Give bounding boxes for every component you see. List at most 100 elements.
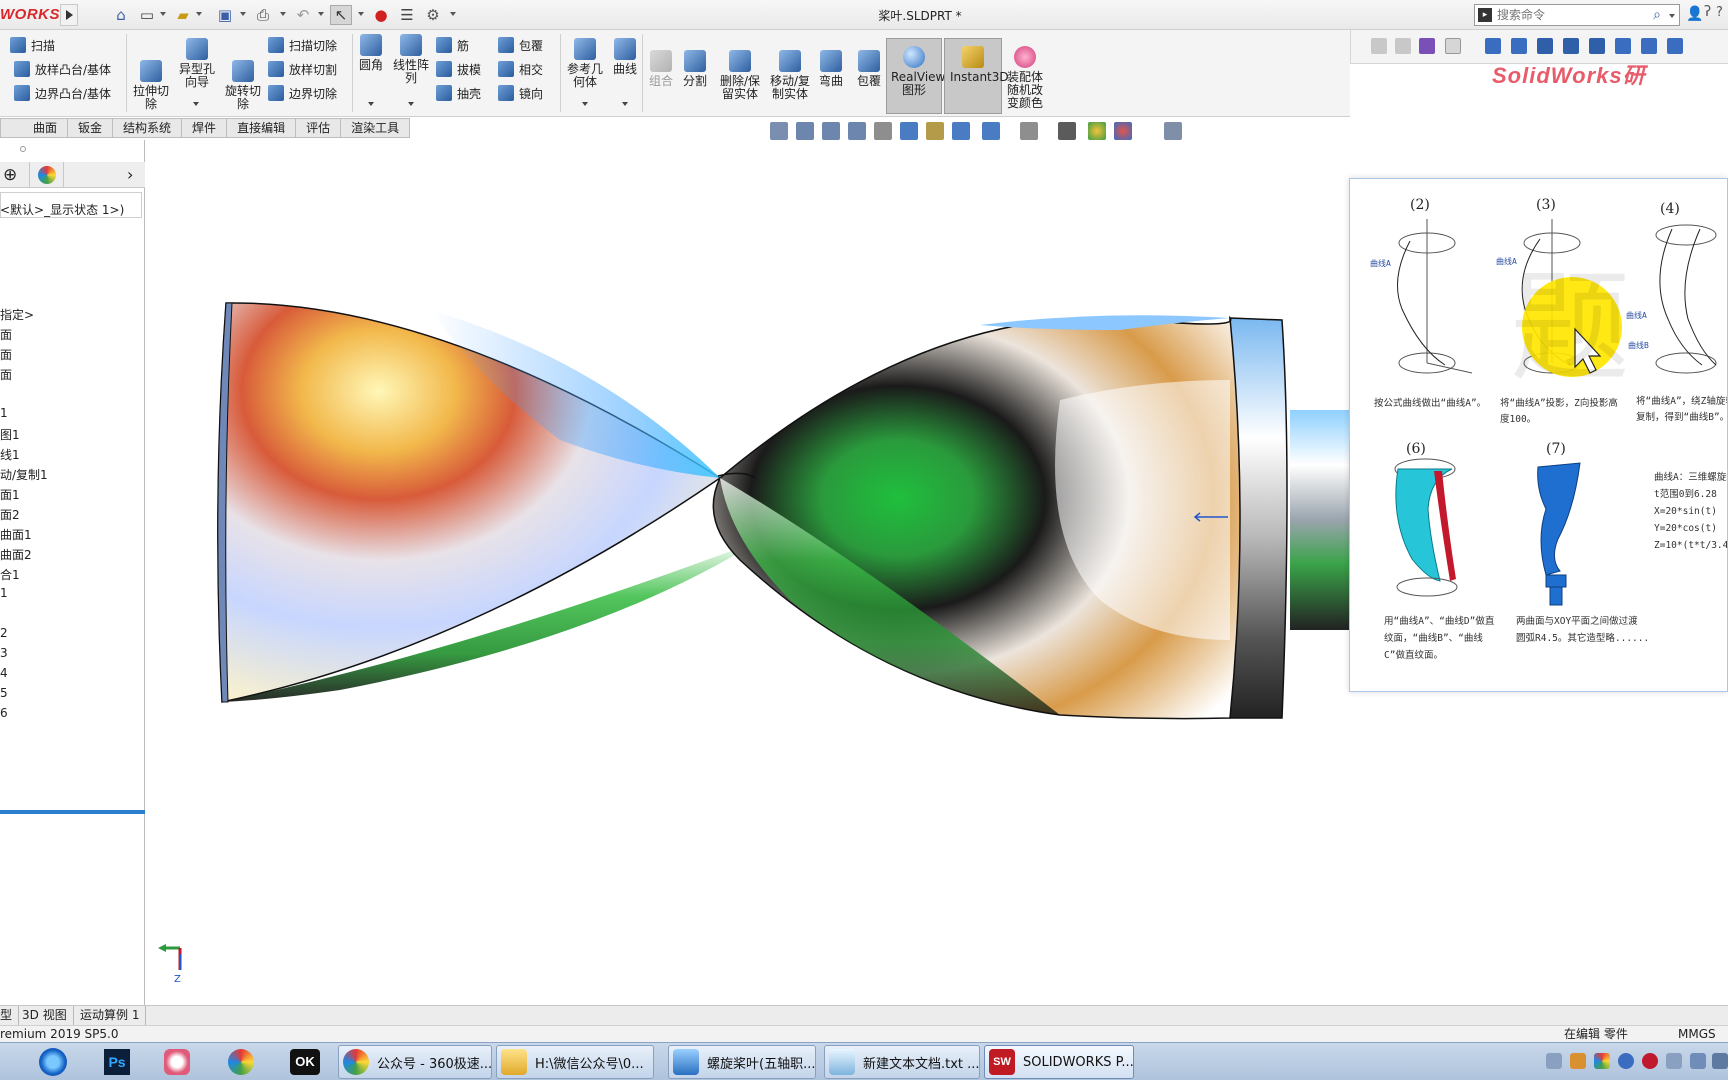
tab-motion-study-1[interactable]: 运动算例 1 [74,1006,147,1025]
filter-icon[interactable] [1371,38,1387,54]
solidworks-menu-arrow-button[interactable] [60,4,78,26]
tab-direct-editing[interactable]: 直接编辑 [227,118,297,138]
section-view-icon[interactable] [874,122,892,140]
view-orientation-cube-icon[interactable] [952,122,970,140]
select-pointer-icon[interactable] [1445,38,1461,54]
tree-item[interactable]: 5 [0,686,8,700]
windows-tray-icon[interactable] [1594,1053,1610,1069]
help-icon[interactable]: ʔ [1704,4,1711,20]
filter-points-icon[interactable] [1485,38,1501,54]
k-app-tray-icon[interactable] [1618,1053,1634,1069]
rib-button[interactable]: 筋 [436,34,469,56]
photoshop-icon[interactable]: Ps [98,1046,136,1078]
flag-tray-icon[interactable] [1570,1053,1586,1069]
delete-keep-body-button[interactable]: 删除/保 留实体 [714,50,766,101]
chat-tray-icon[interactable] [1712,1053,1728,1069]
volume-tray-icon[interactable] [1690,1053,1706,1069]
pinwheel-app-icon[interactable] [222,1046,260,1078]
record-tray-icon[interactable] [1642,1053,1658,1069]
tab-3d-views[interactable]: 3D 视图 [16,1006,74,1025]
tree-item[interactable]: 线1 [0,446,20,463]
hole-wizard-button[interactable]: 异型孔 向导 [174,38,220,89]
zoom-to-area-icon[interactable] [822,122,840,140]
save-dropdown-icon[interactable] [240,12,246,16]
options-gear-icon[interactable]: ⚙ [422,5,444,25]
ev-recorder-icon[interactable]: OK [286,1046,324,1078]
tree-item[interactable]: 面 [0,326,12,343]
tree-item[interactable]: 面2 [0,506,20,523]
filter-sketch-icon[interactable] [1615,38,1631,54]
wrap-button[interactable]: 包覆 [498,34,543,56]
user-account-icon[interactable]: 👤 [1686,6,1703,22]
apply-scene-icon[interactable] [1088,122,1106,140]
swept-cut-button[interactable]: 扫描切除 [268,34,337,56]
print-dropdown-icon[interactable] [280,12,286,16]
taskbar-button-solidworks[interactable]: SW SOLIDWORKS P... [984,1045,1134,1079]
tree-item[interactable]: 6 [0,706,8,720]
boundary-cut-button[interactable]: 边界切除 [268,82,337,104]
screen-recorder-icon[interactable] [158,1046,196,1078]
extrude-cut-button[interactable]: 拉伸切除 [128,60,174,111]
hide-show-items-icon[interactable] [1020,122,1038,140]
zoom-to-fit-icon[interactable] [796,122,814,140]
fillet-dropdown-icon[interactable] [368,102,374,106]
view-selector-icon[interactable] [926,122,944,140]
lofted-cut-button[interactable]: 放样切割 [268,58,337,80]
tree-item[interactable]: 1 [0,406,8,420]
home-icon[interactable]: ⌂ [110,5,132,25]
tabs-expand-chevron-icon[interactable]: › [115,162,145,188]
filter-faces-icon[interactable] [1563,38,1579,54]
status-unit-system[interactable]: MMGS [1678,1026,1716,1042]
tab-structure-system[interactable]: 结构系统 [113,118,183,138]
model-shaft[interactable] [1290,410,1350,630]
undo-icon[interactable]: ↶ [292,5,314,25]
open-dropdown-icon[interactable] [196,12,202,16]
display-monitor-icon[interactable] [1164,122,1182,140]
tree-item[interactable]: 1 [0,586,8,600]
curves-dropdown-icon[interactable] [622,102,628,106]
print-icon[interactable]: ⎙ [252,5,274,25]
tree-item[interactable]: 动/复制1 [0,466,48,483]
open-folder-icon[interactable]: ▰ [172,5,194,25]
taskbar-button-explorer[interactable]: H:\微信公众号\0... [496,1045,654,1079]
tree-item[interactable]: 面 [0,346,12,363]
taskbar-button-notepad[interactable]: 新建文本文档.txt ... [824,1045,980,1079]
linear-pattern-dropdown-icon[interactable] [408,102,414,106]
select-cursor-icon[interactable]: ↖ [330,5,352,25]
boundary-boss-button[interactable]: 边界凸台/基体 [14,82,111,104]
tree-item[interactable]: 4 [0,666,8,680]
tree-item[interactable]: 面 [0,366,12,383]
reference-image-panel[interactable]: 题 (2) (3) (4) (6) (7) 曲线A 曲线A 曲线A 曲线B 按公… [1349,178,1728,692]
intersect-button[interactable]: 相交 [498,58,543,80]
network-tray-icon[interactable] [1666,1053,1682,1069]
rollback-bar[interactable] [0,810,145,814]
save-icon[interactable]: ▣ [214,5,236,25]
display-style-icon[interactable] [982,122,1000,140]
hole-wizard-dropdown-icon[interactable] [193,102,199,106]
new-dropdown-icon[interactable] [160,12,166,16]
taskbar-button-image-viewer[interactable]: 螺旋桨叶(五轴职... [668,1045,816,1079]
tree-item[interactable]: 面1 [0,486,20,503]
reference-geometry-dropdown-icon[interactable] [582,102,588,106]
help-dropdown-icon[interactable]: ? [1716,5,1723,20]
graphics-area[interactable]: 题 (2) (3) (4) (6) (7) 曲线A 曲线A 曲线A 曲线B 按公… [146,140,1728,1006]
options-dropdown-icon[interactable] [450,12,456,16]
tab-render-tools[interactable]: 渲染工具 [341,118,411,138]
filter-dimensions-icon[interactable] [1641,38,1657,54]
filter-solids-icon[interactable] [1589,38,1605,54]
revolve-cut-button[interactable]: 旋转切除 [220,60,266,111]
mirror-button[interactable]: 镜向 [498,82,543,104]
realview-graphics-button[interactable]: RealView 图形 [891,46,945,97]
search-commands-box[interactable]: ▸ ⌕ [1474,4,1680,26]
filter-axes-icon[interactable] [1511,38,1527,54]
taskbar-button-browser[interactable]: 公众号 - 360极速... [338,1045,492,1079]
previous-view-icon[interactable] [848,122,866,140]
search-commands-input[interactable] [1497,7,1647,23]
undo-dropdown-icon[interactable] [318,12,324,16]
tab-weldments[interactable]: 焊件 [182,118,228,138]
start-chrome-icon[interactable] [34,1046,72,1078]
instant3d-button[interactable]: Instant3D [950,46,1009,84]
tab-sheet-metal[interactable]: 钣金 [68,118,114,138]
panel-pin-icon[interactable] [20,146,26,152]
edit-appearance-icon[interactable] [1058,122,1076,140]
